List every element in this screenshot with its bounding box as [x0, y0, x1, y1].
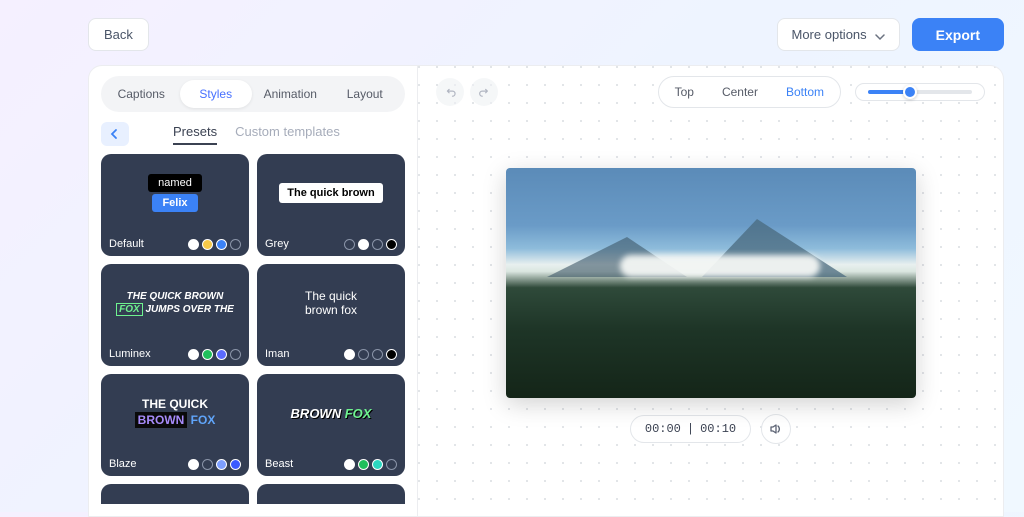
- preset-iman[interactable]: The quickbrown fox Iman: [257, 264, 405, 366]
- position-bottom[interactable]: Bottom: [773, 80, 837, 104]
- swatch: [216, 239, 227, 250]
- preset-item[interactable]: THE QUICK BROWN: [257, 484, 405, 504]
- video-preview[interactable]: [506, 168, 916, 398]
- swatch: [202, 239, 213, 250]
- swatch: [188, 239, 199, 250]
- arrow-left-icon: [109, 128, 121, 140]
- tab-layout[interactable]: Layout: [329, 80, 402, 108]
- time-display: 00:00 | 00:10: [630, 415, 751, 443]
- swatch: [386, 349, 397, 360]
- preset-sample-text: THE QUICK BROWNFOX JUMPS OVER THE: [116, 290, 234, 316]
- swatch: [344, 349, 355, 360]
- preset-default[interactable]: named Felix Default: [101, 154, 249, 256]
- preset-name: Luminex: [109, 348, 151, 360]
- tab-animation[interactable]: Animation: [254, 80, 327, 108]
- more-options-button[interactable]: More options: [777, 18, 900, 51]
- preset-sample-text: The quickbrown fox: [305, 289, 357, 318]
- swatch: [230, 459, 241, 470]
- preset-name: Blaze: [109, 458, 137, 470]
- preset-sample-text: named: [148, 174, 202, 192]
- undo-button[interactable]: [436, 78, 464, 106]
- swatch: [216, 349, 227, 360]
- undo-icon: [444, 86, 457, 99]
- swatch-row: [344, 459, 397, 470]
- swatch: [358, 459, 369, 470]
- chevron-down-icon: [875, 30, 885, 40]
- redo-icon: [478, 86, 491, 99]
- swatch: [230, 239, 241, 250]
- preset-grey[interactable]: The quick brown Grey: [257, 154, 405, 256]
- styles-panel: Captions Styles Animation Layout Presets…: [88, 65, 418, 517]
- preset-sample-text: THE QUICKBROWN FOX: [135, 397, 216, 428]
- panel-back-button[interactable]: [101, 122, 129, 146]
- subtab-presets[interactable]: Presets: [173, 124, 217, 145]
- scene-cloud: [620, 255, 820, 277]
- preset-beast[interactable]: BROWN FOX Beast: [257, 374, 405, 476]
- swatch: [372, 349, 383, 360]
- preset-name: Default: [109, 238, 144, 250]
- preset-name: Iman: [265, 348, 289, 360]
- subtab-custom-templates[interactable]: Custom templates: [235, 124, 340, 145]
- swatch-row: [188, 239, 241, 250]
- preset-item[interactable]: THE QUICKBROWN FOX: [101, 484, 249, 504]
- swatch: [344, 239, 355, 250]
- preset-sample-text: BROWN FOX: [291, 406, 372, 421]
- slider-track: [868, 90, 972, 94]
- more-options-label: More options: [792, 27, 867, 42]
- size-slider[interactable]: [855, 83, 985, 101]
- swatch-row: [344, 239, 397, 250]
- swatch: [188, 349, 199, 360]
- preset-luminex[interactable]: THE QUICK BROWNFOX JUMPS OVER THE Lumine…: [101, 264, 249, 366]
- preset-name: Beast: [265, 458, 293, 470]
- swatch: [386, 459, 397, 470]
- swatch: [358, 349, 369, 360]
- swatch-row: [344, 349, 397, 360]
- time-current: 00:00: [645, 422, 681, 436]
- position-top[interactable]: Top: [662, 80, 707, 104]
- swatch: [372, 459, 383, 470]
- panel-tabs: Captions Styles Animation Layout: [101, 76, 405, 112]
- swatch: [372, 239, 383, 250]
- swatch: [344, 459, 355, 470]
- slider-thumb[interactable]: [903, 85, 917, 99]
- swatch: [202, 459, 213, 470]
- export-button[interactable]: Export: [912, 18, 1004, 51]
- swatch: [230, 349, 241, 360]
- swatch: [188, 459, 199, 470]
- tab-captions[interactable]: Captions: [105, 80, 178, 108]
- position-center[interactable]: Center: [709, 80, 771, 104]
- swatch: [216, 459, 227, 470]
- position-segment: Top Center Bottom: [658, 76, 841, 108]
- swatch: [358, 239, 369, 250]
- swatch: [386, 239, 397, 250]
- redo-button[interactable]: [470, 78, 498, 106]
- time-total: 00:10: [700, 422, 736, 436]
- presets-grid: named Felix Default The quick brown: [101, 154, 405, 504]
- swatch: [202, 349, 213, 360]
- preset-blaze[interactable]: THE QUICKBROWN FOX Blaze: [101, 374, 249, 476]
- speaker-icon: [769, 422, 783, 436]
- back-button[interactable]: Back: [88, 18, 149, 51]
- audio-button[interactable]: [761, 414, 791, 444]
- preset-sample-text: The quick brown: [279, 183, 382, 203]
- swatch-row: [188, 459, 241, 470]
- swatch-row: [188, 349, 241, 360]
- tab-styles[interactable]: Styles: [180, 80, 253, 108]
- preview-panel: Top Center Bottom 00:00 | 00:10: [418, 65, 1004, 517]
- preset-sample-text: Felix: [152, 194, 197, 212]
- preset-name: Grey: [265, 238, 289, 250]
